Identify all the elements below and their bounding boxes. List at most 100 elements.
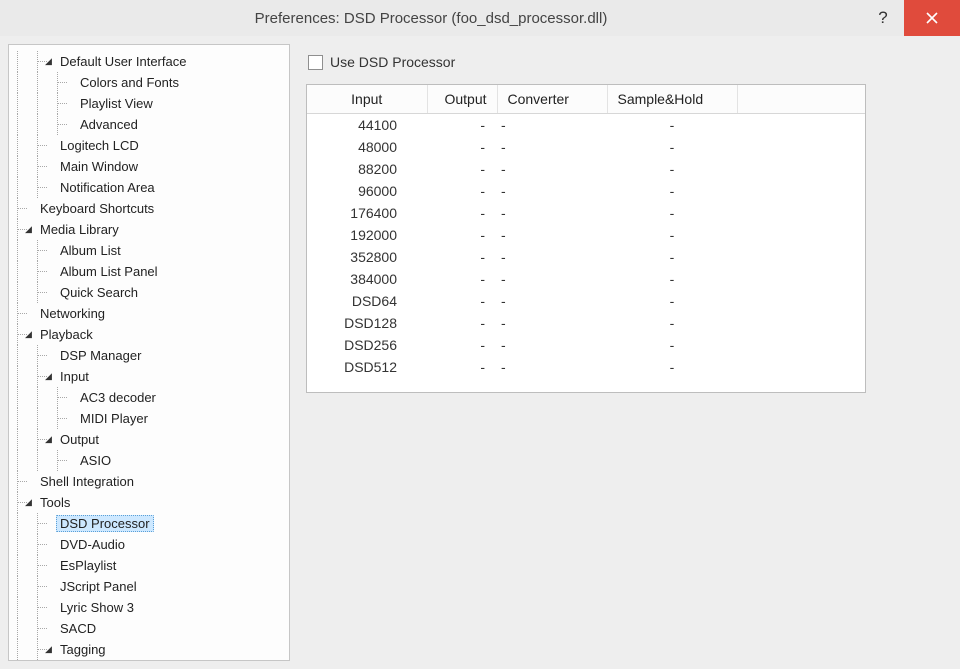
tree-item-label: AC3 decoder — [76, 389, 160, 406]
close-button[interactable] — [904, 0, 960, 36]
cell-converter: - — [497, 114, 607, 136]
cell-converter: - — [497, 268, 607, 290]
cell-converter: - — [497, 290, 607, 312]
use-dsd-processor-row[interactable]: Use DSD Processor — [308, 54, 934, 70]
close-icon — [925, 11, 939, 25]
tree-item[interactable]: Advanced — [9, 114, 289, 135]
table-row[interactable]: 96000--- — [307, 180, 865, 202]
header-input[interactable]: Input — [307, 85, 427, 114]
cell-input: 88200 — [307, 158, 427, 180]
tree-item[interactable]: Quick Search — [9, 282, 289, 303]
cell-input: 176400 — [307, 202, 427, 224]
tree-item[interactable]: ◢Tagging — [9, 639, 289, 660]
cell-sample-hold: - — [607, 268, 737, 290]
tree-item[interactable]: Album List Panel — [9, 261, 289, 282]
table-row[interactable]: DSD512--- — [307, 356, 865, 378]
tree-item[interactable]: SACD — [9, 618, 289, 639]
table-row[interactable]: DSD256--- — [307, 334, 865, 356]
preferences-tree[interactable]: ◢Default User Interface Colors and Fonts P… — [8, 44, 290, 661]
tree-item[interactable]: MIDI Player — [9, 408, 289, 429]
tree-item-label: EsPlaylist — [56, 557, 120, 574]
header-converter[interactable]: Converter — [497, 85, 607, 114]
header-sample-hold[interactable]: Sample&Hold — [607, 85, 737, 114]
cell-sample-hold: - — [607, 224, 737, 246]
cell-output: - — [427, 224, 497, 246]
tree-item-label: Playlist View — [76, 95, 157, 112]
cell-converter: - — [497, 356, 607, 378]
tree-item[interactable]: ◢Tools — [9, 492, 289, 513]
tree-item-label: Input — [56, 368, 93, 385]
use-dsd-processor-label: Use DSD Processor — [330, 54, 455, 70]
tree-item[interactable]: ASIO — [9, 450, 289, 471]
tree-item-label: Advanced — [76, 116, 142, 133]
table-row[interactable]: 192000--- — [307, 224, 865, 246]
table-row[interactable]: 352800--- — [307, 246, 865, 268]
tree-item[interactable]: DSP Manager — [9, 345, 289, 366]
tree-item-label: Main Window — [56, 158, 142, 175]
cell-converter: - — [497, 224, 607, 246]
use-dsd-processor-checkbox[interactable] — [308, 55, 323, 70]
cell-spacer — [737, 158, 865, 180]
table-row[interactable]: DSD128--- — [307, 312, 865, 334]
tree-item[interactable]: ◢Media Library — [9, 219, 289, 240]
tree-item-label: ASIO — [76, 452, 115, 469]
tree-item[interactable]: JScript Panel — [9, 576, 289, 597]
tree-item-label: Playback — [36, 326, 97, 343]
tree-item[interactable]: DSD Processor — [9, 513, 289, 534]
cell-input: 352800 — [307, 246, 427, 268]
cell-output: - — [427, 158, 497, 180]
tree-item-label: Colors and Fonts — [76, 74, 183, 91]
cell-spacer — [737, 180, 865, 202]
table-row[interactable]: 384000--- — [307, 268, 865, 290]
tree-item-label: Output — [56, 431, 103, 448]
cell-output: - — [427, 356, 497, 378]
tree-item-label: JScript Panel — [56, 578, 141, 595]
tree-item[interactable]: Shell Integration — [9, 471, 289, 492]
tree-item[interactable]: Colors and Fonts — [9, 72, 289, 93]
content-area: ◢Default User Interface Colors and Fonts P… — [0, 36, 960, 669]
help-button[interactable]: ? — [862, 0, 904, 36]
cell-output: - — [427, 180, 497, 202]
tree-item[interactable]: AC3 decoder — [9, 387, 289, 408]
cell-sample-hold: - — [607, 158, 737, 180]
tree-item[interactable]: Lyric Show 3 — [9, 597, 289, 618]
tree-item[interactable]: DVD-Audio — [9, 534, 289, 555]
tree-item[interactable]: Notification Area — [9, 177, 289, 198]
tree-item[interactable]: Playlist View — [9, 93, 289, 114]
cell-spacer — [737, 312, 865, 334]
tree-item[interactable]: ◢Playback — [9, 324, 289, 345]
tree-item[interactable]: Logitech LCD — [9, 135, 289, 156]
tree-item-label: Album List — [56, 242, 125, 259]
cell-spacer — [737, 268, 865, 290]
cell-converter: - — [497, 136, 607, 158]
table-row[interactable]: 88200--- — [307, 158, 865, 180]
table-row[interactable]: 44100--- — [307, 114, 865, 136]
cell-input: 48000 — [307, 136, 427, 158]
tree-item-label: Album List Panel — [56, 263, 162, 280]
cell-converter: - — [497, 158, 607, 180]
cell-converter: - — [497, 334, 607, 356]
cell-sample-hold: - — [607, 136, 737, 158]
table-row[interactable]: 48000--- — [307, 136, 865, 158]
cell-input: DSD256 — [307, 334, 427, 356]
table-row[interactable]: DSD64--- — [307, 290, 865, 312]
header-spacer — [737, 85, 865, 114]
tree-item-label: Networking — [36, 305, 109, 322]
tree-item[interactable]: Album List — [9, 240, 289, 261]
tree-item[interactable]: ◢Output — [9, 429, 289, 450]
dsd-table: Input Output Converter Sample&Hold 44100… — [307, 85, 865, 378]
tree-item[interactable]: EsPlaylist — [9, 555, 289, 576]
cell-input: DSD512 — [307, 356, 427, 378]
tree-item[interactable]: freedb Tagger — [9, 660, 289, 661]
tree-item[interactable]: Main Window — [9, 156, 289, 177]
tree-item[interactable]: Keyboard Shortcuts — [9, 198, 289, 219]
tree-item[interactable]: ◢Input — [9, 366, 289, 387]
tree-item-label: Keyboard Shortcuts — [36, 200, 158, 217]
tree-item[interactable]: Networking — [9, 303, 289, 324]
header-output[interactable]: Output — [427, 85, 497, 114]
tree-item[interactable]: ◢Default User Interface — [9, 51, 289, 72]
cell-input: 192000 — [307, 224, 427, 246]
cell-spacer — [737, 114, 865, 136]
table-row[interactable]: 176400--- — [307, 202, 865, 224]
cell-spacer — [737, 202, 865, 224]
